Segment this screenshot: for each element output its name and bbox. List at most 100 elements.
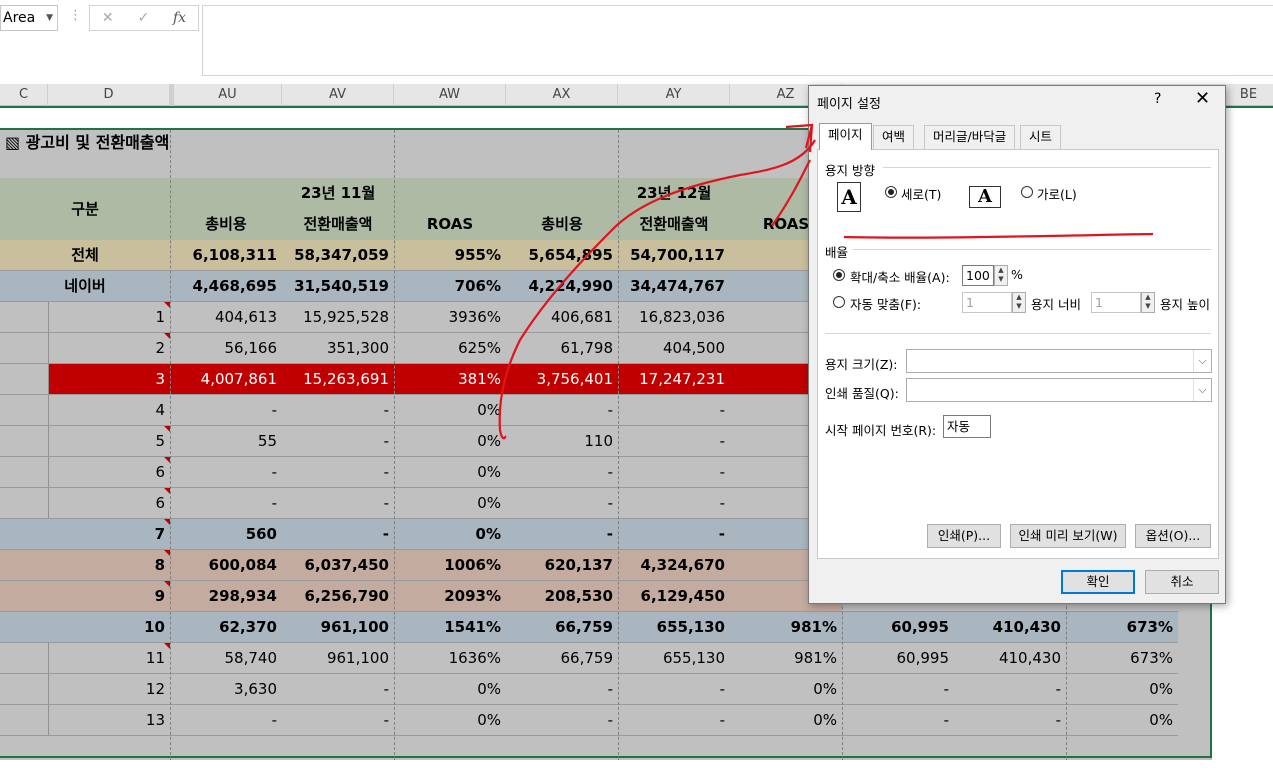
table-cell[interactable]: 56,166 [170,333,282,364]
table-cell[interactable]: - [282,395,394,426]
table-cell[interactable]: 0% [394,674,506,705]
table-cell[interactable]: 58,740 [170,643,282,674]
col-header[interactable]: AX [506,84,618,106]
table-cell[interactable]: 673% [1066,612,1178,643]
table-cell[interactable]: - [954,705,1066,736]
row-label[interactable]: 8 [0,550,170,581]
row-label[interactable]: 2 [48,333,170,364]
col-header[interactable]: AW [394,84,506,106]
tab-header-footer[interactable]: 머리글/바닥글 [924,125,1016,149]
table-cell[interactable]: 410,430 [954,643,1066,674]
table-cell[interactable]: 5,654,895 [506,240,618,271]
scale-input[interactable]: 100 [962,265,994,286]
row-label[interactable]: 6 [48,457,170,488]
cancel-icon[interactable]: ✕ [102,10,114,26]
col-header[interactable]: AV [282,84,394,106]
col-header[interactable]: C [0,84,48,106]
table-cell[interactable]: 404,500 [618,333,730,364]
table-cell[interactable]: 34,474,767 [618,271,730,302]
table-cell[interactable]: 981% [730,612,842,643]
table-cell[interactable]: 0% [394,426,506,457]
close-button[interactable]: ✕ [1195,88,1210,109]
table-cell[interactable]: 3936% [394,302,506,333]
row-label[interactable]: 4 [48,395,170,426]
table-cell[interactable]: - [618,674,730,705]
print-quality-select[interactable]: ⌵ [906,378,1212,402]
table-cell[interactable]: 15,925,528 [282,302,394,333]
table-cell[interactable]: - [170,395,282,426]
table-cell[interactable]: - [842,674,954,705]
fit-wide-spinner[interactable]: ▲ ▼ [1012,292,1026,313]
fit-to-label[interactable]: 자동 맞춤(F): [850,294,921,313]
table-cell[interactable]: - [170,457,282,488]
table-cell[interactable]: - [506,457,618,488]
table-cell[interactable]: 66,759 [506,612,618,643]
portrait-label[interactable]: 세로(T) [901,184,941,203]
table-cell[interactable]: - [506,705,618,736]
chevron-down-icon[interactable]: ⌵ [1193,350,1211,372]
table-cell[interactable]: 0% [394,705,506,736]
table-cell[interactable]: 961,100 [282,612,394,643]
table-cell[interactable]: 110 [506,426,618,457]
table-cell[interactable]: - [618,395,730,426]
row-label[interactable]: 13 [48,705,170,736]
table-cell[interactable]: 3,630 [170,674,282,705]
row-label[interactable]: 9 [0,581,170,612]
table-cell[interactable]: 381% [394,364,506,395]
table-cell[interactable]: 0% [394,395,506,426]
table-cell[interactable]: - [282,457,394,488]
table-cell[interactable]: - [618,519,730,550]
table-cell[interactable]: 2093% [394,581,506,612]
tab-margins[interactable]: 여백 [873,125,915,149]
row-label[interactable]: 전체 [0,240,170,271]
table-cell[interactable]: 0% [1066,705,1178,736]
table-cell[interactable]: - [282,674,394,705]
landscape-radio[interactable] [1021,186,1033,198]
table-cell[interactable]: - [954,674,1066,705]
chevron-down-icon[interactable]: ⌵ [1193,379,1211,401]
row-label[interactable]: 11 [48,643,170,674]
table-cell[interactable]: 955% [394,240,506,271]
table-cell[interactable]: 351,300 [282,333,394,364]
table-cell[interactable]: 54,700,117 [618,240,730,271]
table-cell[interactable]: 4,224,990 [506,271,618,302]
row-label[interactable]: 7 [0,519,170,550]
table-cell[interactable]: 298,934 [170,581,282,612]
fit-tall-input[interactable]: 1 [1091,292,1141,313]
row-label[interactable]: 1 [48,302,170,333]
table-cell[interactable]: 0% [730,674,842,705]
table-cell[interactable]: 1541% [394,612,506,643]
table-cell[interactable]: 0% [730,705,842,736]
landscape-label[interactable]: 가로(L) [1037,184,1077,203]
cancel-button[interactable]: 취소 [1145,570,1219,594]
table-cell[interactable]: 673% [1066,643,1178,674]
table-cell[interactable]: 961,100 [282,643,394,674]
fit-to-radio[interactable] [833,296,845,308]
name-box[interactable]: Area ▼ [0,5,58,31]
tab-sheet[interactable]: 시트 [1020,125,1062,149]
row-label[interactable]: 네이버 [0,271,170,302]
col-header[interactable]: D [48,84,170,106]
formula-input[interactable] [202,5,1273,76]
col-header[interactable]: AU [174,84,282,106]
table-cell[interactable]: 55 [170,426,282,457]
table-cell[interactable]: - [506,488,618,519]
table-cell[interactable]: - [282,426,394,457]
table-cell[interactable]: 4,324,670 [618,550,730,581]
row-label[interactable]: 12 [48,674,170,705]
ok-button[interactable]: 확인 [1061,570,1135,594]
row-label[interactable]: 10 [0,612,170,643]
first-page-input[interactable]: 자동 [943,415,991,438]
adjust-to-radio[interactable] [833,269,845,281]
table-cell[interactable]: - [618,705,730,736]
table-cell[interactable]: - [506,395,618,426]
table-cell[interactable]: 410,430 [954,612,1066,643]
insert-function-icon[interactable]: fx [173,10,186,26]
table-cell[interactable]: - [282,705,394,736]
table-cell[interactable]: 6,108,311 [170,240,282,271]
table-cell[interactable]: 60,995 [842,612,954,643]
table-cell[interactable]: - [618,457,730,488]
row-label[interactable]: 6 [48,488,170,519]
table-cell[interactable]: - [842,705,954,736]
table-cell[interactable]: - [506,674,618,705]
